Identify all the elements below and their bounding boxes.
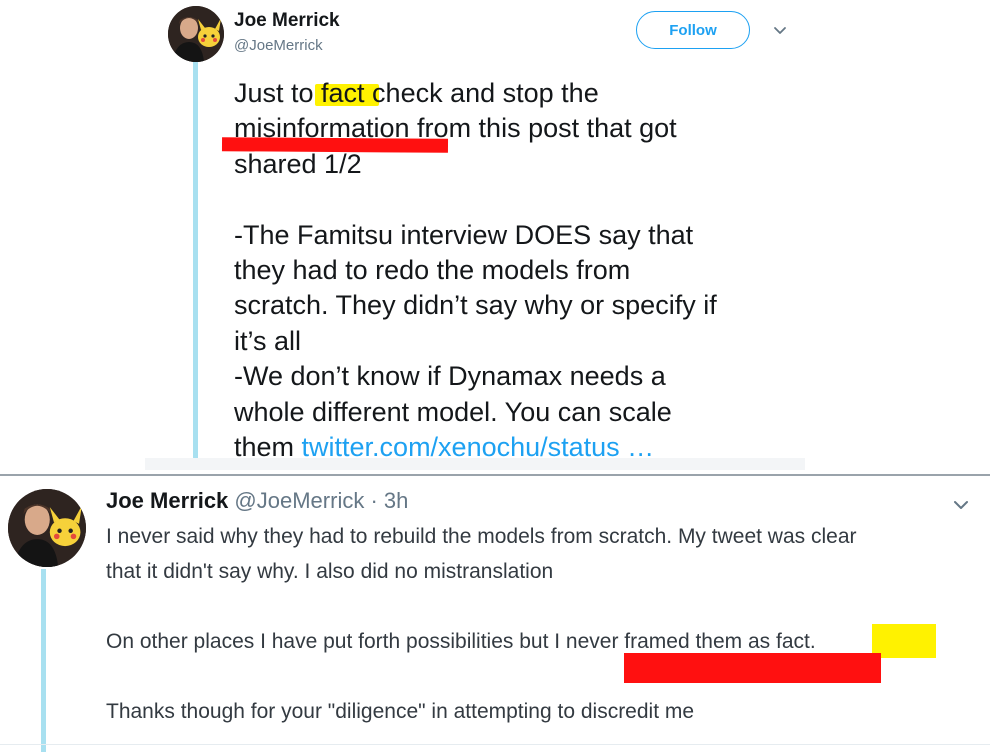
tweet-line-last: them twitter.com/xenochu/status … [234,430,794,465]
tweet-line: that it didn't say why. I also did no mi… [106,560,554,583]
tweet-link[interactable]: twitter.com/xenochu/status … [302,432,655,462]
tweet-timestamp[interactable]: 3h [384,488,408,513]
author-name[interactable]: Joe Merrick [106,488,228,513]
author-handle[interactable]: @JoeMerrick [234,488,364,513]
tweet-line: Thanks though for your "diligence" in at… [106,700,695,723]
tweet-header: Joe Merrick @JoeMerrick · 3h [106,488,408,514]
tweet-line-prefix: them [234,432,302,463]
tweet-line: -We don’t know if Dynamax needs a [234,361,666,392]
author-handle[interactable]: @JoeMerrick [234,37,323,54]
author-name[interactable]: Joe Merrick [234,10,340,32]
tweet-top: Joe Merrick @JoeMerrick Follow Just to f… [0,0,990,470]
tweet-line: scratch. They didn’t say why or specify … [234,290,717,321]
thread-line [41,569,46,752]
tweet-line: -The Famitsu interview DOES say that [234,219,694,250]
tweet-line: they had to redo the models from [234,255,631,286]
tweet-bottom-border [0,744,990,745]
red-underline-mark [221,137,449,153]
follow-button[interactable]: Follow [636,11,750,49]
tweet-text: I never said why they had to rebuild the… [106,519,981,729]
screenshot-divider [0,474,990,476]
tweet-line: Just to fact check and stop the [234,78,599,108]
chevron-down-icon[interactable] [770,20,790,40]
thread-line [193,60,198,470]
avatar[interactable] [8,489,86,567]
meta-separator: · [364,488,384,513]
tweet-line: shared 1/2 [234,148,362,179]
tweet-line: I never said why they had to rebuild the… [106,525,857,548]
tweet-text: Just to fact check and stop the misinfor… [234,76,794,465]
red-underline-mark [624,653,881,683]
tweet-line: it’s all [234,325,302,356]
tweet-line: whole different model. You can scale [234,396,672,427]
chevron-down-icon[interactable] [950,494,972,516]
avatar[interactable] [168,6,224,62]
